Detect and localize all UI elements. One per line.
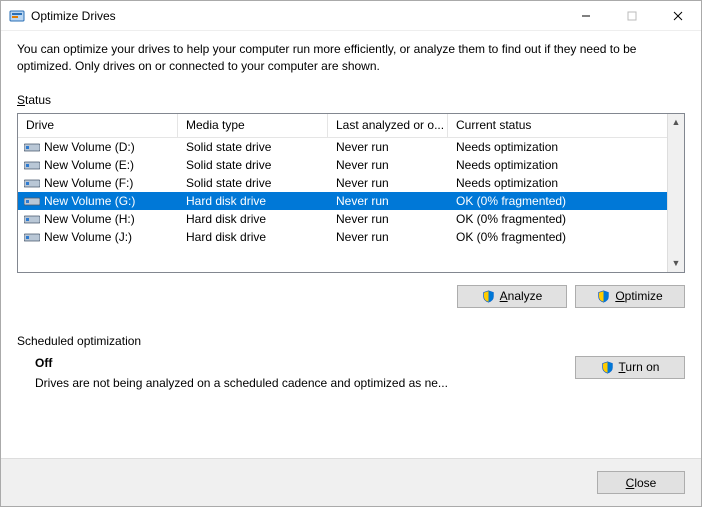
drive-icon — [24, 195, 40, 207]
scroll-down-icon[interactable]: ▼ — [668, 255, 684, 272]
drive-status: Needs optimization — [448, 174, 667, 192]
drive-name: New Volume (J:) — [44, 230, 132, 244]
drive-row[interactable]: New Volume (E:) Solid state driveNever ru… — [18, 156, 667, 174]
drive-row[interactable]: New Volume (J:) Hard disk driveNever runO… — [18, 228, 667, 246]
drive-status: OK (0% fragmented) — [448, 210, 667, 228]
drive-media: Solid state drive — [178, 156, 328, 174]
analyze-button[interactable]: Analyze — [457, 285, 567, 308]
drive-status: OK (0% fragmented) — [448, 228, 667, 246]
shield-icon — [597, 290, 610, 303]
close-window-button[interactable] — [655, 1, 701, 31]
drive-icon — [24, 159, 40, 171]
minimize-button[interactable] — [563, 1, 609, 31]
scheduled-label: Scheduled optimization — [17, 334, 685, 348]
maximize-button — [609, 1, 655, 31]
scheduled-detail: Drives are not being analyzed on a sched… — [35, 376, 575, 390]
drive-last-analyzed: Never run — [328, 174, 448, 192]
column-header-last[interactable]: Last analyzed or o... — [328, 114, 448, 137]
drive-row[interactable]: New Volume (H:) Hard disk driveNever runO… — [18, 210, 667, 228]
drive-name: New Volume (F:) — [44, 176, 133, 190]
column-header-media[interactable]: Media type — [178, 114, 328, 137]
drive-media: Hard disk drive — [178, 192, 328, 210]
column-header-status[interactable]: Current status — [448, 114, 667, 137]
list-header[interactable]: Drive Media type Last analyzed or o... C… — [18, 114, 667, 138]
status-label: Status — [17, 93, 685, 107]
drive-last-analyzed: Never run — [328, 228, 448, 246]
description-text: You can optimize your drives to help you… — [17, 41, 685, 75]
drive-row[interactable]: New Volume (F:) Solid state driveNever ru… — [18, 174, 667, 192]
drive-status: OK (0% fragmented) — [448, 192, 667, 210]
titlebar: Optimize Drives — [1, 1, 701, 31]
drive-icon — [24, 177, 40, 189]
drive-media: Solid state drive — [178, 174, 328, 192]
scheduled-state: Off — [35, 356, 575, 370]
drive-media: Hard disk drive — [178, 228, 328, 246]
drive-name: New Volume (G:) — [44, 194, 135, 208]
drive-last-analyzed: Never run — [328, 210, 448, 228]
close-button[interactable]: Close — [597, 471, 685, 494]
turn-on-button[interactable]: Turn on — [575, 356, 685, 379]
drive-status: Needs optimization — [448, 138, 667, 156]
shield-icon — [601, 361, 614, 374]
drive-last-analyzed: Never run — [328, 138, 448, 156]
shield-icon — [482, 290, 495, 303]
drive-status: Needs optimization — [448, 156, 667, 174]
drive-icon — [24, 231, 40, 243]
drives-list[interactable]: Drive Media type Last analyzed or o... C… — [17, 113, 685, 273]
drive-media: Hard disk drive — [178, 210, 328, 228]
drive-row[interactable]: New Volume (G:) Hard disk driveNever runO… — [18, 192, 667, 210]
footer: Close — [1, 458, 701, 506]
drive-icon — [24, 141, 40, 153]
drive-icon — [24, 213, 40, 225]
drive-name: New Volume (D:) — [44, 140, 135, 154]
app-icon — [9, 8, 25, 24]
window-title: Optimize Drives — [31, 9, 116, 23]
drive-last-analyzed: Never run — [328, 156, 448, 174]
optimize-button[interactable]: Optimize — [575, 285, 685, 308]
scroll-up-icon[interactable]: ▲ — [668, 114, 684, 131]
list-scrollbar[interactable]: ▲ ▼ — [667, 114, 684, 272]
drive-name: New Volume (H:) — [44, 212, 135, 226]
column-header-drive[interactable]: Drive — [18, 114, 178, 137]
drive-name: New Volume (E:) — [44, 158, 134, 172]
drive-row[interactable]: New Volume (D:) Solid state driveNever ru… — [18, 138, 667, 156]
drive-last-analyzed: Never run — [328, 192, 448, 210]
drive-media: Solid state drive — [178, 138, 328, 156]
